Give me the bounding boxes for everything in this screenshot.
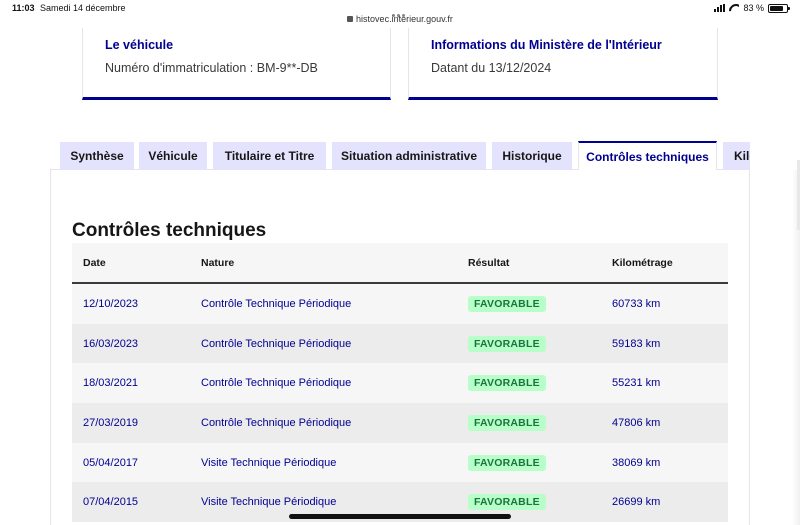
result-badge: FAVORABLE: [468, 454, 546, 471]
result-badge: FAVORABLE: [468, 335, 546, 352]
row-date: 18/03/2021: [83, 377, 139, 390]
status-date: Samedi 14 décembre: [40, 3, 126, 13]
row-nature: Contrôle Technique Périodique: [201, 377, 352, 390]
status-bar: 11:03 Samedi 14 décembre histovec.interi…: [0, 0, 800, 28]
row-nature: Contrôle Technique Périodique: [201, 417, 352, 430]
tab-titulaire[interactable]: Titulaire et Titre: [213, 142, 326, 170]
status-indicators: 83 %: [714, 3, 790, 13]
page-edge: [752, 170, 800, 525]
battery-icon: [768, 3, 790, 13]
row-km: 60733 km: [612, 298, 661, 310]
tab-synthese[interactable]: Synthèse: [60, 142, 134, 170]
row-km: 47806 km: [612, 417, 661, 430]
ministry-card: Informations du Ministère de l'Intérieur…: [408, 28, 718, 100]
tab-list: Synthèse Véhicule Titulaire et Titre Sit…: [60, 141, 750, 170]
address-bar[interactable]: histovec.interieur.gouv.fr: [0, 14, 800, 24]
table-header: Date Nature Résultat Kilométrage: [72, 243, 728, 284]
result-badge: FAVORABLE: [468, 375, 546, 392]
tab-vehicule[interactable]: Véhicule: [139, 142, 207, 170]
result-badge: FAVORABLE: [468, 494, 546, 511]
row-km: 38069 km: [612, 456, 661, 469]
cellular-signal-icon: [714, 4, 726, 12]
home-indicator[interactable]: [289, 514, 511, 519]
row-nature: Contrôle Technique Périodique: [201, 298, 352, 310]
tab-kilometrage[interactable]: Kilo: [723, 142, 750, 170]
tab-controles[interactable]: Contrôles techniques: [578, 141, 717, 170]
header-nature: Nature: [201, 257, 235, 269]
table-body: 12/10/2023 Contrôle Technique Périodique…: [72, 284, 728, 523]
table-row: 12/10/2023 Contrôle Technique Périodique…: [72, 284, 728, 324]
row-km: 59183 km: [612, 337, 661, 350]
header-km: Kilométrage: [612, 257, 673, 269]
row-km: 55231 km: [612, 377, 661, 390]
row-date: 05/04/2017: [83, 456, 139, 469]
tab-situation[interactable]: Situation administrative: [332, 142, 486, 170]
address-url: histovec.interieur.gouv.fr: [356, 14, 453, 24]
wifi-icon: [729, 4, 739, 12]
table-row: 27/03/2019 Contrôle Technique Périodique…: [72, 403, 728, 443]
row-nature: Contrôle Technique Périodique: [201, 337, 352, 350]
table-row: 05/04/2017 Visite Technique Périodique F…: [72, 442, 728, 483]
row-date: 27/03/2019: [83, 417, 139, 430]
tab-historique[interactable]: Historique: [492, 142, 572, 170]
row-km: 26699 km: [612, 496, 661, 509]
vehicle-card-title: Le véhicule: [105, 38, 174, 52]
lock-icon: [347, 16, 354, 22]
ministry-card-title: Informations du Ministère de l'Intérieur: [431, 38, 662, 52]
registration-number: Numéro d'immatriculation : BM-9**-DB: [105, 61, 318, 75]
table-row: 18/03/2021 Contrôle Technique Périodique…: [72, 363, 728, 404]
inspections-table: Date Nature Résultat Kilométrage 12/10/2…: [72, 243, 728, 523]
vehicle-card: Le véhicule Numéro d'immatriculation : B…: [82, 28, 391, 100]
section-title: Contrôles techniques: [72, 220, 267, 241]
header-date: Date: [83, 257, 106, 269]
row-date: 12/10/2023: [83, 298, 139, 310]
multitasking-dots-icon[interactable]: [392, 4, 408, 17]
table-row: 16/03/2023 Contrôle Technique Périodique…: [72, 323, 728, 364]
row-date: 07/04/2015: [83, 496, 139, 509]
header-result: Résultat: [468, 257, 510, 269]
battery-percentage: 83 %: [743, 3, 764, 13]
data-date: Datant du 13/12/2024: [431, 61, 552, 75]
row-nature: Visite Technique Périodique: [201, 496, 337, 509]
result-badge: FAVORABLE: [468, 415, 546, 432]
row-date: 16/03/2023: [83, 337, 139, 350]
status-time: 11:03: [12, 3, 35, 13]
row-nature: Visite Technique Périodique: [201, 456, 337, 469]
result-badge: FAVORABLE: [468, 296, 546, 312]
